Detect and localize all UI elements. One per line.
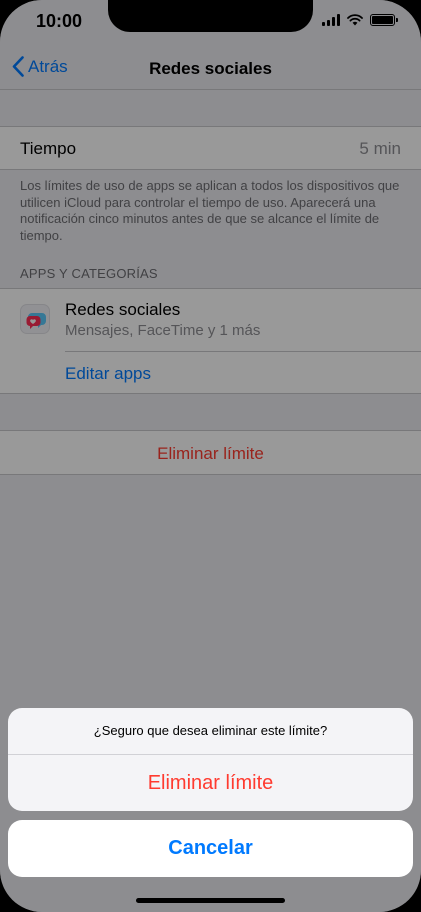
action-sheet-message: ¿Seguro que desea eliminar este límite?: [93, 723, 328, 738]
cancel-button[interactable]: Cancelar: [8, 820, 413, 877]
phone-screen: 10:00 Atrás Redes sociales Tiempo 5 min …: [0, 0, 421, 912]
home-indicator[interactable]: [136, 898, 285, 903]
confirm-remove-limit-button[interactable]: Eliminar límite: [8, 755, 413, 811]
action-sheet: ¿Seguro que desea eliminar este límite? …: [8, 708, 413, 811]
device-notch: [108, 0, 313, 32]
